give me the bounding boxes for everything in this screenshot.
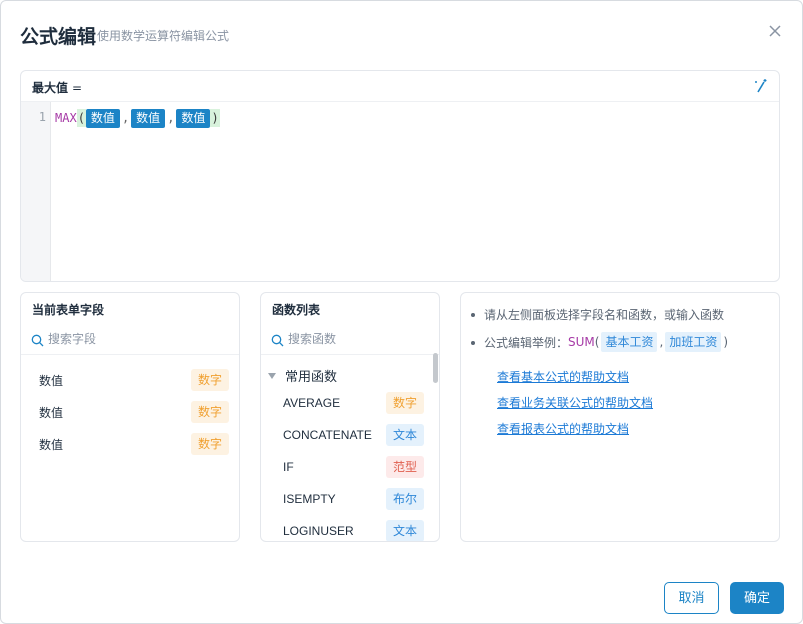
field-token[interactable]: 数值 <box>176 108 211 128</box>
function-item[interactable]: CONCATENATE 文本 <box>261 423 439 449</box>
example-field-tag: 加班工资 <box>665 332 722 352</box>
close-icon[interactable] <box>765 21 785 41</box>
editor-header: 最大值 = <box>21 71 779 102</box>
field-item[interactable]: 数值 数字 <box>21 367 239 393</box>
example-field-tag: 基本工资 <box>601 332 658 352</box>
field-search-input[interactable] <box>48 329 228 349</box>
field-item[interactable]: 数值 数字 <box>21 399 239 425</box>
function-item[interactable]: LOGINUSER 文本 <box>261 519 439 541</box>
field-search <box>21 323 239 355</box>
search-icon <box>271 332 284 347</box>
type-badge: 文本 <box>386 520 425 541</box>
type-badge: 范型 <box>386 456 425 478</box>
function-search-input[interactable] <box>288 329 428 349</box>
type-badge: 数字 <box>191 433 230 455</box>
function-item-name: IF <box>283 460 294 474</box>
example-label: 公式编辑举例： <box>484 335 569 350</box>
help-tip: 请从左侧面板选择字段名和函数，或输入函数 <box>471 306 725 323</box>
help-panel: 请从左侧面板选择字段名和函数，或输入函数 公式编辑举例： SUM ( 基本工资 … <box>460 292 780 542</box>
function-item[interactable]: IF 范型 <box>261 455 439 481</box>
function-item-name: ISEMPTY <box>283 492 336 506</box>
fields-panel-title: 当前表单字段 <box>32 303 105 317</box>
functions-panel: 函数列表 常用函数 AVERAGE 数字 CONCATENATE 文本 IF 范… <box>260 292 440 542</box>
dialog-subtitle: 使用数学运算符编辑公式 <box>97 29 230 43</box>
comma: , <box>121 111 130 125</box>
help-link-report[interactable]: 查看报表公式的帮助文档 <box>497 420 629 437</box>
type-badge: 数字 <box>191 401 230 423</box>
comma: , <box>167 111 175 125</box>
line-number: 1 <box>38 110 46 124</box>
formula-editor: 最大值 = 1 MAX ( 数值 , 数值 , 数值 ) <box>20 70 780 282</box>
type-badge: 文本 <box>386 424 425 446</box>
function-item-name: CONCATENATE <box>283 428 372 442</box>
magic-wand-icon[interactable] <box>752 77 770 95</box>
type-badge: 数字 <box>386 392 425 414</box>
function-group[interactable]: 常用函数 <box>268 366 337 385</box>
field-item-name: 数值 <box>39 406 64 420</box>
bullet <box>471 313 475 317</box>
help-tip-text: 请从左侧面板选择字段名和函数，或输入函数 <box>484 308 725 322</box>
confirm-button[interactable]: 确定 <box>730 582 784 614</box>
bullet <box>471 341 475 345</box>
cancel-button[interactable]: 取消 <box>664 582 719 614</box>
field-token[interactable]: 数值 <box>85 108 120 128</box>
search-icon <box>31 332 44 347</box>
field-token[interactable]: 数值 <box>131 108 166 128</box>
example-comma: , <box>659 335 664 349</box>
field-item-name: 数值 <box>39 374 64 388</box>
functions-panel-title: 函数列表 <box>272 303 321 317</box>
target-field-name: 最大值 <box>32 81 69 95</box>
type-badge: 布尔 <box>386 488 425 510</box>
line-gutter: 1 <box>21 102 51 281</box>
function-item-name: LOGINUSER <box>283 524 354 538</box>
function-item[interactable]: ISEMPTY 布尔 <box>261 487 439 513</box>
example-close-paren: ) <box>723 335 729 349</box>
formula-code[interactable]: MAX ( 数值 , 数值 , 数值 ) <box>55 108 220 128</box>
scrollbar[interactable] <box>433 353 438 383</box>
fields-panel: 当前表单字段 数值 数字 数值 数字 数值 数字 <box>20 292 240 542</box>
type-badge: 数字 <box>191 369 230 391</box>
example-function: SUM <box>568 335 595 349</box>
help-link-basic[interactable]: 查看基本公式的帮助文档 <box>497 368 629 385</box>
help-example: 公式编辑举例： SUM ( 基本工资 , 加班工资 ) <box>471 332 729 352</box>
close-paren: ) <box>210 109 220 127</box>
example-open-paren: ( <box>594 335 600 349</box>
formula-function-name: MAX <box>55 111 77 125</box>
equals-sign: = <box>72 81 83 95</box>
formula-editor-dialog: 公式编辑 使用数学运算符编辑公式 最大值 = 1 MAX ( 数值 , 数值 ,… <box>0 0 803 624</box>
function-item-name: AVERAGE <box>283 396 341 410</box>
field-item-name: 数值 <box>39 438 64 452</box>
caret-down-icon <box>268 372 276 379</box>
target-field-label: 最大值 = <box>32 79 82 96</box>
function-group-label: 常用函数 <box>285 370 338 385</box>
field-item[interactable]: 数值 数字 <box>21 431 239 457</box>
function-search <box>261 323 439 355</box>
function-item[interactable]: AVERAGE 数字 <box>261 391 439 417</box>
help-link-business[interactable]: 查看业务关联公式的帮助文档 <box>497 394 653 411</box>
dialog-title: 公式编辑 <box>20 26 97 48</box>
open-paren: ( <box>76 109 86 127</box>
